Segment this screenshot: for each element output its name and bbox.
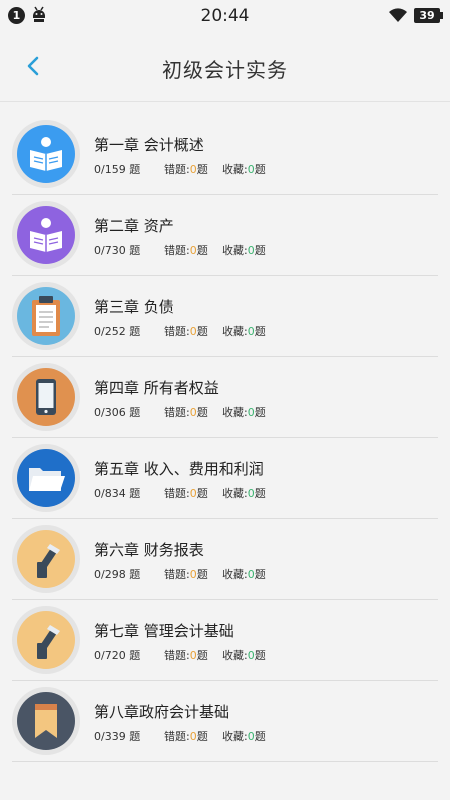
favorite-count: 收藏:0题 [222,568,266,581]
progress-count: 0/339 题 [94,730,141,743]
progress-count: 0/298 题 [94,568,141,581]
phone-icon [17,368,75,426]
page-title: 初级会计实务 [162,58,288,82]
favorite-count: 收藏:0题 [222,406,266,419]
wifi-icon [389,8,407,22]
chapter-list: 第一章 会计概述 0/159 题 错题:0题 收藏:0题 第二章 资产 0/73… [0,114,450,762]
progress-count: 0/834 题 [94,487,141,500]
chapter-icon-wrapper [12,282,80,350]
chapter-icon-wrapper [12,120,80,188]
progress-count: 0/720 题 [94,649,141,662]
status-bar: 1 20:44 39 [0,0,450,32]
bookmark-icon [17,692,75,750]
battery-indicator: 39 [414,8,443,23]
chapter-title: 第四章 所有者权益 [94,379,219,397]
progress-count: 0/252 题 [94,325,141,338]
wrong-count: 错题:0题 [164,325,208,338]
wrong-count: 错题:0题 [164,406,208,419]
chapter-title: 第七章 管理会计基础 [94,622,234,640]
reading-person-icon [17,125,75,183]
wrong-count: 错题:0题 [164,163,208,176]
favorite-count: 收藏:0题 [222,487,266,500]
folder-icon [17,449,75,507]
chapter-title: 第八章政府会计基础 [94,703,230,721]
favorite-count: 收藏:0题 [222,649,266,662]
chapter-item[interactable]: 第五章 收入、费用和利润 0/834 题 错题:0题 收藏:0题 [0,438,450,519]
favorite-count: 收藏:0题 [222,325,266,338]
favorite-count: 收藏:0题 [222,244,266,257]
chapter-title: 第五章 收入、费用和利润 [94,460,264,478]
chapter-item[interactable]: 第八章政府会计基础 0/339 题 错题:0题 收藏:0题 [0,681,450,762]
chapter-item[interactable]: 第四章 所有者权益 0/306 题 错题:0题 收藏:0题 [0,357,450,438]
progress-count: 0/730 题 [94,244,141,257]
chapter-icon-wrapper [12,201,80,269]
chapter-title: 第三章 负债 [94,298,174,316]
wrong-count: 错题:0题 [164,649,208,662]
reading-person-icon [17,206,75,264]
wrong-count: 错题:0题 [164,244,208,257]
favorite-count: 收藏:0题 [222,730,266,743]
chapter-title: 第六章 财务报表 [94,541,204,559]
chapter-item[interactable]: 第三章 负债 0/252 题 错题:0题 收藏:0题 [0,276,450,357]
chapter-icon-wrapper [12,363,80,431]
lamp-icon [17,611,75,669]
header: 初级会计实务 [0,32,450,102]
chapter-item[interactable]: 第七章 管理会计基础 0/720 题 错题:0题 收藏:0题 [0,600,450,681]
chapter-title: 第一章 会计概述 [94,136,204,154]
clipboard-icon [17,287,75,345]
progress-count: 0/306 题 [94,406,141,419]
clock: 20:44 [200,6,250,26]
wrong-count: 错题:0题 [164,568,208,581]
favorite-count: 收藏:0题 [222,163,266,176]
chapter-item[interactable]: 第六章 财务报表 0/298 题 错题:0题 收藏:0题 [0,519,450,600]
chapter-item[interactable]: 第一章 会计概述 0/159 题 错题:0题 收藏:0题 [0,114,450,195]
lamp-icon [17,530,75,588]
chapter-icon-wrapper [12,687,80,755]
chapter-item[interactable]: 第二章 资产 0/730 题 错题:0题 收藏:0题 [0,195,450,276]
chapter-icon-wrapper [12,444,80,512]
chapter-title: 第二章 资产 [94,217,174,235]
wrong-count: 错题:0题 [164,730,208,743]
chapter-icon-wrapper [12,525,80,593]
chapter-icon-wrapper [12,606,80,674]
wrong-count: 错题:0题 [164,487,208,500]
progress-count: 0/159 题 [94,163,141,176]
